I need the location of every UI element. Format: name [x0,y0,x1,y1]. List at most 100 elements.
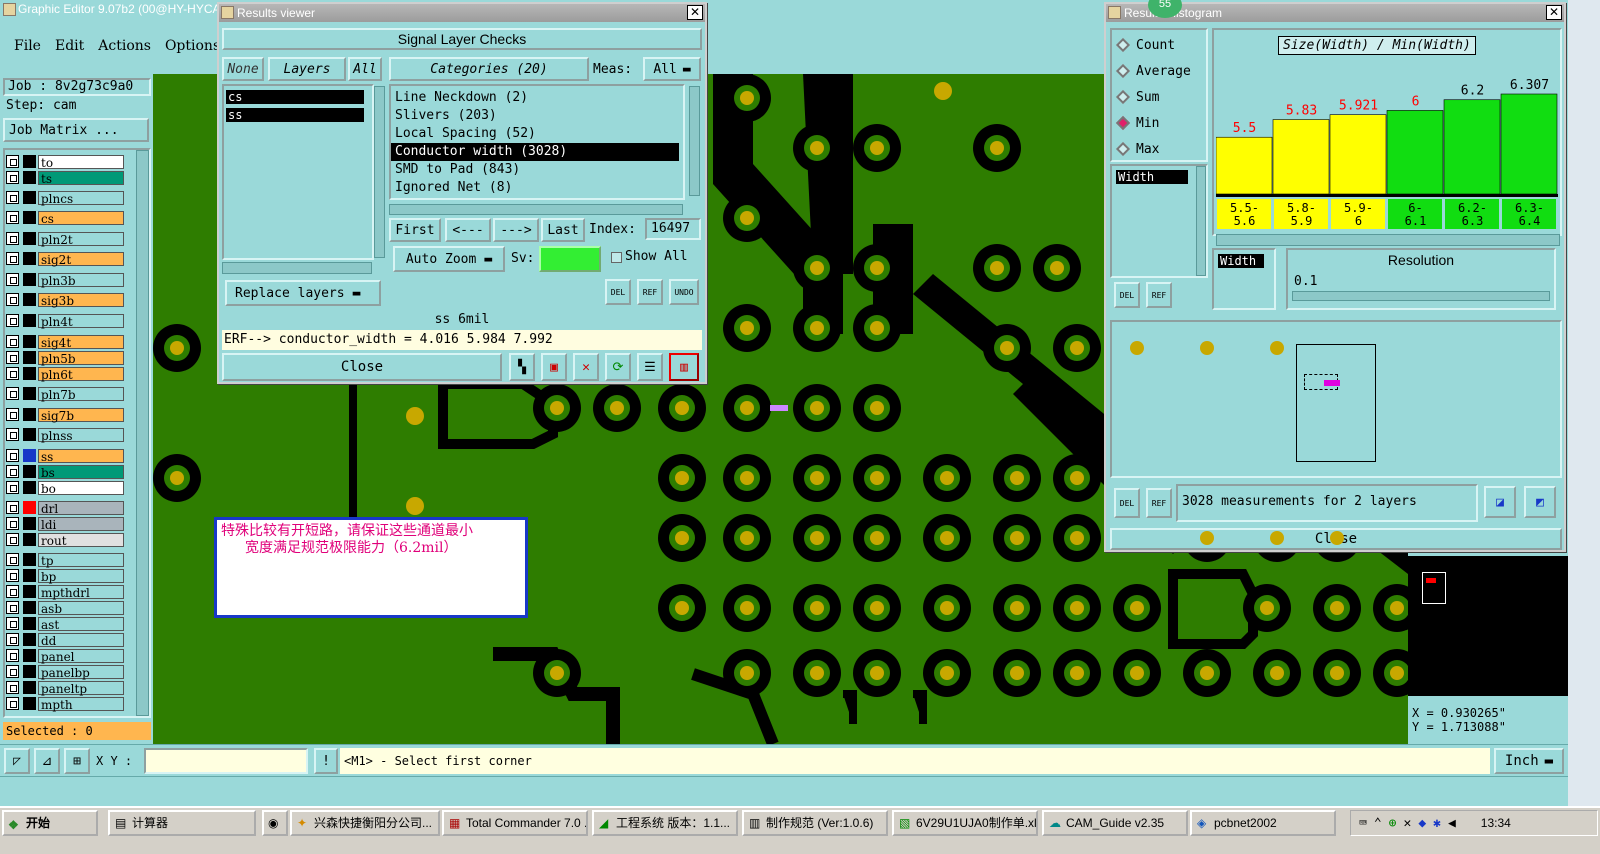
undo-icon[interactable]: UNDO [669,279,699,305]
checkbox-icon[interactable] [6,273,19,286]
chevron-up-icon[interactable]: ⌃ [1374,816,1382,831]
layer-name[interactable]: paneltp [38,680,124,696]
checkbox-icon[interactable] [6,533,19,546]
layer-select-list[interactable]: cs ss [222,84,374,260]
measure-name-list[interactable]: Width [1212,248,1276,310]
ref-icon[interactable]: REF [1146,282,1172,308]
taskbar-chrome-icon[interactable]: ◉ [262,810,288,836]
refresh-icon[interactable]: ⟳ [605,353,631,381]
checkbox-icon[interactable] [6,585,19,598]
measure-list[interactable]: Width [1110,164,1208,278]
layer-name[interactable]: tp [38,552,124,568]
report-icon[interactable]: ☰ [637,353,663,381]
grid-tool-icon[interactable]: ⊞ [64,748,90,774]
layer-row[interactable]: to [6,154,124,170]
index-field[interactable]: 16497 [645,218,701,240]
unit-dropdown[interactable]: Inch ▬ [1494,748,1564,774]
select-tool-icon[interactable]: ◸ [4,748,30,774]
taskbar-button-excel[interactable]: ▧ 6V29U1UJA0制作单.xl... [892,810,1038,836]
checkbox-icon[interactable] [6,408,19,421]
category-list[interactable]: Line Neckdown (2) Slivers (203) Local Sp… [389,84,685,200]
measure-tool-icon[interactable]: ⊿ [34,748,60,774]
next-button[interactable]: ---> [493,218,539,242]
taskbar-button-browser[interactable]: ✦ 兴森快捷衡阳分公司... [290,810,440,836]
menu-edit[interactable]: Edit [55,38,84,54]
resolution-slider[interactable] [1292,291,1550,301]
category-item[interactable]: Line Neckdown (2) [391,89,683,107]
checkbox-icon[interactable] [6,387,19,400]
checkbox-icon[interactable] [6,633,19,646]
checkbox-icon[interactable] [6,252,19,265]
category-item[interactable]: Local Spacing (52) [391,125,683,143]
del-icon[interactable]: DEL [1114,282,1140,308]
layer-row[interactable]: pln5b [6,350,124,366]
checkbox-icon[interactable] [6,481,19,494]
layer-name[interactable]: asb [38,600,124,616]
layer-list-item[interactable]: cs [226,90,364,104]
replace-layers-button[interactable]: Replace layers ▬ [225,280,381,306]
erf-delete-icon[interactable]: ✕ [573,353,599,381]
checkbox-icon[interactable] [6,553,19,566]
layer-row[interactable]: mpth [6,696,124,712]
bluetooth-icon[interactable]: ✱ [1433,816,1441,831]
categories-button[interactable]: Categories (20) [389,57,589,81]
checkbox-icon[interactable] [6,314,19,327]
prev-button[interactable]: <--- [445,218,491,242]
layer-row[interactable]: rout [6,532,124,548]
layer-list-item[interactable]: ss [226,108,364,122]
layer-name[interactable]: plnss [38,427,124,443]
checkbox-icon[interactable] [6,335,19,348]
layer-name[interactable]: ldi [38,516,124,532]
layer-name[interactable]: mpth [38,696,124,712]
job-matrix-button[interactable]: Job Matrix ... [3,118,149,142]
menu-actions[interactable]: Actions [98,38,151,54]
taskbar-button-spec[interactable]: ▥ 制作规范 (Ver:1.0.6) [742,810,888,836]
checkbox-icon[interactable] [6,293,19,306]
zoom-region-icon[interactable]: ◪ [1484,486,1516,518]
category-item[interactable]: SMD to Pad (843) [391,161,683,179]
checkbox-icon[interactable] [6,617,19,630]
layer-row[interactable]: pln2t [6,231,124,247]
chart-hscrollbar[interactable] [1216,234,1560,246]
layer-name[interactable]: bo [38,480,124,496]
layer-name[interactable]: to [38,154,124,170]
checkbox-icon[interactable] [6,665,19,678]
checkbox-icon[interactable] [6,191,19,204]
figure-icon[interactable]: ▚ [509,353,535,381]
checkbox-icon[interactable] [6,232,19,245]
histogram-preview[interactable] [1110,320,1562,478]
checkbox-icon[interactable] [6,211,19,224]
category-hscrollbar[interactable] [389,204,683,215]
histogram-bar[interactable] [1272,119,1330,195]
layer-row[interactable]: paneltp [6,680,124,696]
start-button[interactable]: ❖ 开始 [2,810,98,836]
layer-name[interactable]: ss [38,448,124,464]
minimap[interactable] [1408,556,1568,696]
category-scrollbar[interactable] [689,86,700,196]
layer-row[interactable]: pln3b [6,272,124,288]
checkbox-icon[interactable] [6,569,19,582]
shield-icon[interactable]: ◆ [1418,816,1426,831]
layer-name[interactable]: rout [38,532,124,548]
radio-count[interactable]: Count [1112,32,1206,58]
radio-min[interactable]: Min [1112,110,1206,136]
checkbox-icon[interactable] [6,697,19,710]
layer-row[interactable]: pln7b [6,386,124,402]
layer-name[interactable]: pln2t [38,231,124,247]
layer-row[interactable]: ast [6,616,124,632]
checkbox-icon[interactable] [6,155,19,168]
tools-icon[interactable]: ✕ [1403,816,1411,831]
layer-row[interactable]: bp [6,568,124,584]
first-button[interactable]: First [389,218,441,242]
measure-name-item[interactable]: Width [1218,254,1264,268]
export-icon[interactable]: ◩ [1524,486,1556,518]
all-layers-button[interactable]: All [348,57,382,81]
histogram-bar[interactable] [1386,110,1444,195]
menu-options[interactable]: Options [165,38,220,54]
histogram-bar[interactable] [1329,114,1387,195]
keyboard-icon[interactable]: ⌨ [1359,816,1367,831]
sv-color-dropdown[interactable] [539,246,601,272]
layer-row[interactable]: panelbp [6,664,124,680]
last-button[interactable]: Last [541,218,585,242]
layer-name[interactable]: sig3b [38,292,124,308]
